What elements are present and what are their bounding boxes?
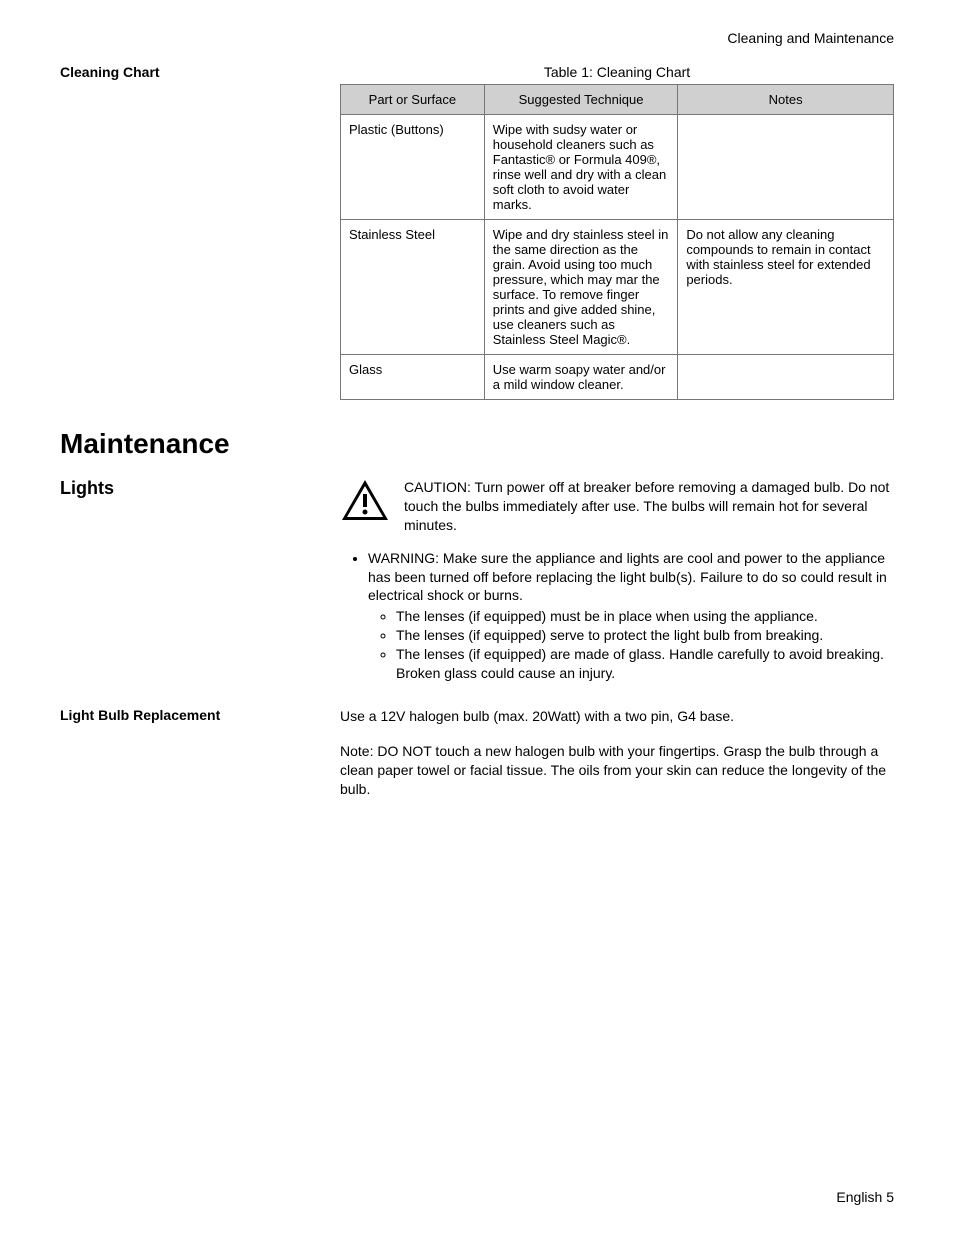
list-item: The lenses (if equipped) serve to protec…	[396, 626, 894, 645]
list-item: The lenses (if equipped) are made of gla…	[396, 645, 894, 683]
replacement-p1: Use a 12V halogen bulb (max. 20Watt) wit…	[340, 707, 894, 726]
replacement-heading: Light Bulb Replacement	[60, 707, 340, 723]
cell-part: Stainless Steel	[341, 220, 485, 355]
cell-technique: Wipe with sudsy water or household clean…	[484, 115, 678, 220]
caution-icon	[340, 478, 390, 522]
table-row: Stainless Steel Wipe and dry stainless s…	[341, 220, 894, 355]
table-caption: Table 1: Cleaning Chart	[340, 64, 894, 80]
cleaning-table: Part or Surface Suggested Technique Note…	[340, 84, 894, 400]
page-footer: English 5	[836, 1189, 894, 1205]
replacement-section: Light Bulb Replacement Use a 12V halogen…	[60, 707, 894, 799]
list-item: The lenses (if equipped) must be in plac…	[396, 607, 894, 626]
cell-notes	[678, 115, 894, 220]
warning-list: WARNING: Make sure the appliance and lig…	[340, 549, 894, 683]
cell-technique: Use warm soapy water and/or a mild windo…	[484, 355, 678, 400]
cell-notes: Do not allow any cleaning compounds to r…	[678, 220, 894, 355]
cell-part: Glass	[341, 355, 485, 400]
cell-technique: Wipe and dry stainless steel in the same…	[484, 220, 678, 355]
cleaning-chart-heading: Cleaning Chart	[60, 64, 340, 80]
table-row: Glass Use warm soapy water and/or a mild…	[341, 355, 894, 400]
table-header-part: Part or Surface	[341, 85, 485, 115]
list-item: WARNING: Make sure the appliance and lig…	[368, 549, 894, 683]
cell-part: Plastic (Buttons)	[341, 115, 485, 220]
maintenance-heading: Maintenance	[60, 428, 894, 460]
table-header-notes: Notes	[678, 85, 894, 115]
caution-text: CAUTION: Turn power off at breaker befor…	[404, 478, 894, 535]
table-row: Plastic (Buttons) Wipe with sudsy water …	[341, 115, 894, 220]
breadcrumb: Cleaning and Maintenance	[60, 30, 894, 46]
table-header-technique: Suggested Technique	[484, 85, 678, 115]
cell-notes	[678, 355, 894, 400]
lights-heading: Lights	[60, 478, 340, 499]
lights-section: Lights CAUTION: Turn power off at breake…	[60, 478, 894, 685]
warning-text: WARNING: Make sure the appliance and lig…	[368, 550, 887, 604]
replacement-p2: Note: DO NOT touch a new halogen bulb wi…	[340, 742, 894, 799]
warning-sublist: The lenses (if equipped) must be in plac…	[368, 607, 894, 683]
cleaning-chart-section: Cleaning Chart Table 1: Cleaning Chart P…	[60, 64, 894, 400]
